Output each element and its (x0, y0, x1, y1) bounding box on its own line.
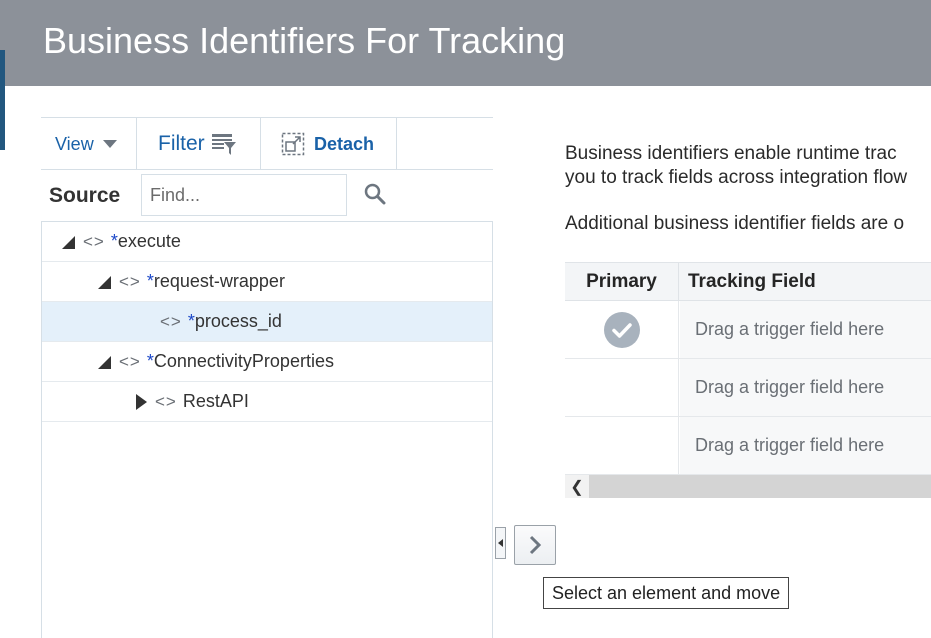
search-icon[interactable] (363, 182, 387, 206)
horizontal-scrollbar[interactable]: ❮ (565, 475, 931, 498)
chevron-right-icon (529, 535, 542, 555)
tracking-fields-table: Primary Tracking Field Drag a trigger fi… (565, 262, 931, 498)
source-heading: Source (49, 184, 121, 207)
tree-node-label: process_id (194, 311, 282, 331)
background-window-edge (0, 50, 5, 150)
checkmark-circle-icon[interactable] (603, 311, 641, 349)
view-menu-label: View (55, 133, 94, 154)
filter-button[interactable]: Filter (158, 118, 237, 170)
collapse-panel-handle[interactable] (495, 527, 506, 559)
tracking-field-drop-zone[interactable]: Drag a trigger field here (680, 417, 931, 474)
required-marker: * (146, 271, 154, 291)
tracking-field-drop-zone[interactable]: Drag a trigger field here (680, 359, 931, 416)
tree-node-label: request-wrapper (153, 271, 285, 291)
element-code-icon: <> (83, 231, 105, 251)
toolbar-divider (260, 118, 261, 170)
tree-node-label: RestAPI (182, 391, 249, 411)
collapsed-triangle-icon[interactable] (136, 393, 147, 410)
column-header-primary: Primary (565, 263, 679, 301)
tree-node-label: ConnectivityProperties (153, 351, 334, 371)
detach-button[interactable]: Detach (281, 118, 374, 170)
tree-node-selected[interactable]: <> * process_id (42, 302, 492, 342)
description-line: you to track fields across integration f… (565, 167, 908, 188)
table-row: Drag a trigger field here (565, 417, 931, 475)
detach-label: Detach (314, 133, 375, 154)
additional-fields-note: Additional business identifier fields ar… (565, 213, 905, 234)
filter-icon (211, 134, 236, 155)
table-header: Primary Tracking Field (565, 262, 931, 301)
table-row: Drag a trigger field here (565, 301, 931, 359)
move-right-button[interactable] (514, 525, 556, 565)
expanded-triangle-icon[interactable] (98, 355, 111, 369)
element-code-icon: <> (119, 271, 141, 291)
find-input[interactable] (141, 174, 347, 216)
tree-node[interactable]: <> * request-wrapper (42, 262, 492, 302)
primary-cell[interactable] (565, 301, 679, 358)
tracking-field-drop-zone[interactable]: Drag a trigger field here (680, 301, 931, 358)
detach-icon (281, 132, 305, 156)
primary-cell[interactable] (565, 417, 679, 474)
dialog-title: Business Identifiers For Tracking (43, 20, 566, 61)
primary-cell[interactable] (565, 359, 679, 416)
tree-node-label: execute (117, 231, 181, 251)
chevron-down-icon (102, 140, 117, 148)
scroll-left-icon[interactable]: ❮ (565, 475, 589, 498)
expanded-triangle-icon[interactable] (62, 235, 75, 249)
element-code-icon: <> (160, 311, 182, 331)
collapse-left-icon (498, 539, 503, 547)
source-tree: <> * execute <> * request-wrapper <> * p… (41, 221, 493, 638)
toolbar-divider (136, 118, 137, 170)
description-line: Business identifiers enable runtime trac (565, 143, 897, 164)
source-toolbar: View Filter Detach (41, 117, 493, 170)
element-code-icon: <> (119, 351, 141, 371)
element-code-icon: <> (155, 391, 177, 411)
tree-node[interactable]: <> * ConnectivityProperties (42, 342, 492, 382)
dialog-title-bar: Business Identifiers For Tracking (0, 0, 931, 86)
required-marker: * (146, 351, 154, 371)
tree-node[interactable]: <> RestAPI (42, 382, 492, 422)
table-row: Drag a trigger field here (565, 359, 931, 417)
toolbar-divider (396, 118, 397, 170)
column-header-tracking-field: Tracking Field (688, 271, 816, 292)
required-marker: * (110, 231, 118, 251)
view-menu-button[interactable]: View (55, 118, 117, 170)
required-marker: * (187, 311, 195, 331)
description-text: Business identifiers enable runtime trac… (565, 142, 931, 190)
tree-node[interactable]: <> * execute (42, 222, 492, 262)
move-tooltip: Select an element and move (543, 577, 790, 609)
expanded-triangle-icon[interactable] (98, 275, 111, 289)
filter-label: Filter (158, 132, 205, 155)
